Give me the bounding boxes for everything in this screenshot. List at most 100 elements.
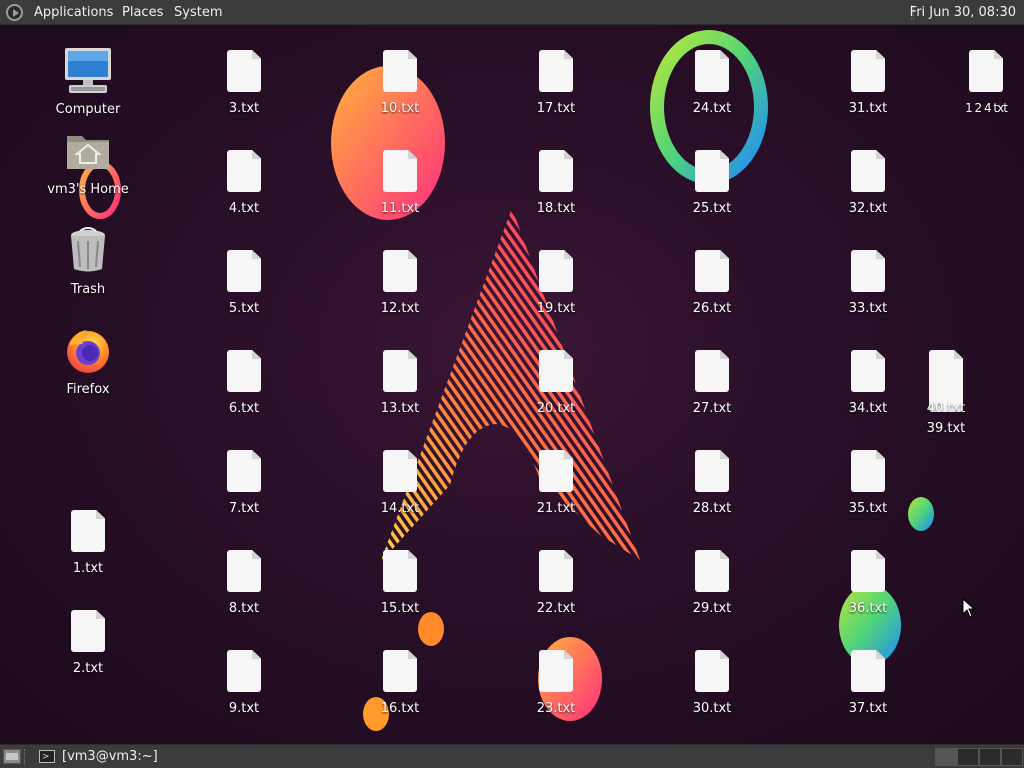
desktop-file-19[interactable]: 19.txt — [508, 245, 604, 325]
desktop-file-21[interactable]: 21.txt — [508, 445, 604, 525]
desktop-file-16[interactable]: 16.txt — [352, 645, 448, 725]
desktop-file-1[interactable]: 1.txt — [40, 505, 136, 585]
desktop-file-4[interactable]: 4.txt — [196, 145, 292, 225]
icon-label-firefox: Firefox — [66, 382, 110, 397]
desktop-file-28[interactable]: 28.txt — [664, 445, 760, 525]
file-label: 12.txt — [380, 301, 420, 316]
desktop[interactable]: Computer vm3's Home Trash Firefox 1.txt … — [0, 25, 1024, 744]
desktop-file-8[interactable]: 8.txt — [196, 545, 292, 625]
file-label: 2.txt — [72, 661, 104, 676]
desktop-file-32[interactable]: 32.txt — [820, 145, 916, 225]
text-file-icon — [695, 450, 729, 492]
workspace-3[interactable] — [979, 748, 1001, 766]
menu-places[interactable]: Places — [122, 0, 163, 25]
desktop-file-22[interactable]: 22.txt — [508, 545, 604, 625]
desktop-file-7[interactable]: 7.txt — [196, 445, 292, 525]
desktop-file-24[interactable]: 24.txt — [664, 45, 760, 125]
text-file-icon — [539, 150, 573, 192]
text-file-icon — [851, 150, 885, 192]
text-file-icon — [227, 650, 261, 692]
desktop-icon-firefox[interactable]: Firefox — [40, 325, 136, 405]
taskbar-item-terminal[interactable]: [vm3@vm3:~] — [34, 747, 166, 767]
file-label: 27.txt — [692, 401, 732, 416]
workspace-1[interactable] — [935, 748, 957, 766]
desktop-file-33[interactable]: 33.txt — [820, 245, 916, 325]
text-file-icon — [383, 250, 417, 292]
desktop-file-37[interactable]: 37.txt — [820, 645, 916, 725]
desktop-file-29[interactable]: 29.txt — [664, 545, 760, 625]
panel-drag-handle[interactable] — [24, 749, 27, 765]
text-file-icon — [383, 150, 417, 192]
file-label: 4.txt — [228, 201, 260, 216]
desktop-file-12[interactable]: 12.txt — [352, 245, 448, 325]
desktop-file-11[interactable]: 11.txt — [352, 145, 448, 225]
desktop-file-14[interactable]: 14.txt — [352, 445, 448, 525]
file-label: 31.txt — [848, 101, 888, 116]
desktop-file-17[interactable]: 17.txt — [508, 45, 604, 125]
menu-applications[interactable]: Applications — [34, 0, 113, 25]
terminal-icon — [39, 747, 55, 767]
text-file-icon — [695, 550, 729, 592]
file-label: 8.txt — [228, 601, 260, 616]
file-label: 25.txt — [692, 201, 732, 216]
desktop-file-3[interactable]: 3.txt — [196, 45, 292, 125]
distro-logo-icon[interactable] — [6, 4, 23, 21]
desktop-file-31[interactable]: 31.txt — [820, 45, 916, 125]
desktop-icon-glyph — [6, 753, 18, 760]
bottom-panel: [vm3@vm3:~] — [0, 744, 1024, 768]
workspace-2[interactable] — [957, 748, 979, 766]
file-label: 30.txt — [692, 701, 732, 716]
text-file-icon — [539, 550, 573, 592]
text-file-icon — [695, 350, 729, 392]
file-label: 36.txt — [848, 601, 888, 616]
desktop-file-40[interactable]: 40.txt — [898, 345, 994, 425]
text-file-icon — [539, 450, 573, 492]
desktop-file-36[interactable]: 36.txt — [820, 545, 916, 625]
computer-icon — [65, 48, 111, 93]
desktop-file-5[interactable]: 5.txt — [196, 245, 292, 325]
icon-label-home: vm3's Home — [47, 182, 129, 197]
desktop-file-9[interactable]: 9.txt — [196, 645, 292, 725]
file-label: 14.txt — [380, 501, 420, 516]
desktop-icon-home[interactable]: vm3's Home — [40, 125, 136, 205]
desktop-icon-overlap-corner[interactable]: 1 2 4 txt — [938, 45, 1024, 125]
text-file-icon — [539, 50, 573, 92]
desktop-file-15[interactable]: 15.txt — [352, 545, 448, 625]
file-label: 22.txt — [536, 601, 576, 616]
file-label: 23.txt — [536, 701, 576, 716]
text-file-icon — [851, 350, 885, 392]
workspace-switcher[interactable] — [935, 748, 1023, 766]
desktop-icon-computer[interactable]: Computer — [40, 45, 136, 125]
desktop-file-6[interactable]: 6.txt — [196, 345, 292, 425]
desktop-file-30[interactable]: 30.txt — [664, 645, 760, 725]
desktop-file-20[interactable]: 20.txt — [508, 345, 604, 425]
file-label: 19.txt — [536, 301, 576, 316]
desktop-icon-trash[interactable]: Trash — [40, 225, 136, 305]
text-file-icon — [71, 510, 105, 552]
text-file-icon — [695, 50, 729, 92]
desktop-file-35[interactable]: 35.txt — [820, 445, 916, 525]
file-label: 24.txt — [692, 101, 732, 116]
desktop-file-23[interactable]: 23.txt — [508, 645, 604, 725]
workspace-4[interactable] — [1001, 748, 1023, 766]
text-file-icon — [71, 610, 105, 652]
desktop-file-26[interactable]: 26.txt — [664, 245, 760, 325]
desktop-file-18[interactable]: 18.txt — [508, 145, 604, 225]
file-label: 32.txt — [848, 201, 888, 216]
clock[interactable]: Fri Jun 30, 08:30 — [910, 0, 1016, 25]
file-label: 10.txt — [380, 101, 420, 116]
file-label: 7.txt — [228, 501, 260, 516]
desktop-file-13[interactable]: 13.txt — [352, 345, 448, 425]
file-label: 35.txt — [848, 501, 888, 516]
desktop-file-2[interactable]: 2.txt — [40, 605, 136, 685]
text-file-icon — [539, 350, 573, 392]
text-file-icon — [383, 450, 417, 492]
desktop-file-25[interactable]: 25.txt — [664, 145, 760, 225]
desktop-file-27[interactable]: 27.txt — [664, 345, 760, 425]
text-file-icon — [383, 350, 417, 392]
desktop-file-10[interactable]: 10.txt — [352, 45, 448, 125]
menu-system[interactable]: System — [174, 0, 222, 25]
show-desktop-button[interactable] — [3, 749, 21, 764]
text-file-icon — [851, 650, 885, 692]
file-label: 9.txt — [228, 701, 260, 716]
